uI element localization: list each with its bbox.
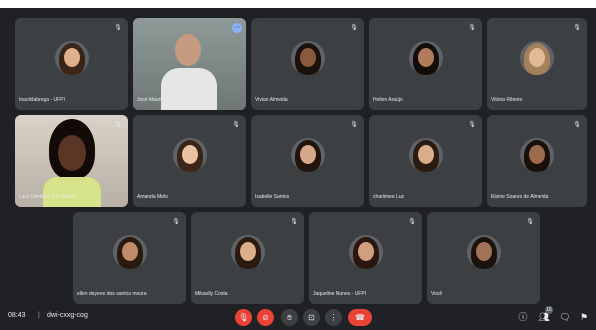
camera-off-icon[interactable]: ⊘ [257,309,274,326]
meeting-code: dwi-cxxg-cog [47,312,88,319]
hand-icon[interactable]: ✋︎ [281,309,298,326]
participant-name: Eloine Soares de Almeida [491,194,549,200]
shirt [161,68,217,110]
avatar [175,34,201,66]
participant-name: Você [431,291,443,297]
mic-off-icon: 🎙︎ [172,219,180,225]
avatar [58,135,86,171]
info-icon[interactable]: ⓘ [517,311,529,323]
participant-name: charlimee Luz [373,194,405,200]
participant-name: Isabelle Santos [255,194,290,200]
participant-name: Lara Dandara S.A Gomes [19,194,77,200]
participant-name: Mikaelly Costa [195,291,228,297]
avatar [290,138,325,173]
participant-tile[interactable]: 🎙︎ Jaqueline Nunes - UFPI [309,212,422,304]
avatar [408,138,443,173]
chat-icon[interactable]: 🗨︎ [559,311,571,323]
mic-off-icon: 🎙︎ [114,122,122,128]
avatar [112,235,147,270]
participant-tile[interactable]: ⋯ José Mauricio Arco Saraiva [133,18,246,110]
participant-name: Inacildabrega - UFPI [19,97,65,103]
avatar [408,41,443,76]
participant-name: Hellen Araújo [373,97,403,103]
clock: 08:43 [8,312,26,319]
avatar [290,41,325,76]
avatar [172,138,207,173]
mic-off-icon: 🎙︎ [290,219,298,225]
participant-name: Vivian Almeida [255,97,288,103]
present-icon[interactable]: ⊡ [303,309,320,326]
participant-tile[interactable]: 🎙︎ Vivian Almeida [251,18,364,110]
participant-tile[interactable]: 🎙︎ Mikaelly Costa [191,212,304,304]
mic-off-icon: 🎙︎ [573,122,581,128]
participant-tile[interactable]: 🎙︎ Isabelle Santos [251,115,364,207]
participant-tile[interactable]: 🎙︎ Lara Dandara S.A Gomes [15,115,128,207]
mic-off-icon: 🎙︎ [408,219,416,225]
mic-off-icon: 🎙︎ [468,25,476,31]
avatar [230,235,265,270]
avatar [54,41,89,76]
mic-off-icon: 🎙︎ [468,122,476,128]
participant-tile[interactable]: 🎙︎ Hellen Araújo [369,18,482,110]
mic-off-icon: 🎙︎ [350,122,358,128]
participant-name: Vitória Ribeiro [491,97,523,103]
mic-off-icon: 🎙︎ [350,25,358,31]
avatar [520,41,554,76]
activities-icon[interactable]: ⚑ [578,311,590,323]
top-band [0,0,596,8]
participant-name: José Mauricio Arco Saraiva [137,97,198,103]
mic-off-icon[interactable]: 🎙︎ [235,309,252,326]
participant-tile[interactable]: 🎙︎ Amanda Melo [133,115,246,207]
phone-hangup-icon[interactable]: ☎︎ [348,309,372,326]
more-icon[interactable]: ⋮ [325,309,342,326]
mic-off-icon: 🎙︎ [114,25,122,31]
bottom-bar: 08:43 | dwi-cxxg-cog 🎙︎ ⊘ ✋︎ ⊡ ⋮ ☎︎ ⓘ 👥︎… [0,304,596,330]
participant-name: Amanda Melo [137,194,168,200]
mic-off-icon: 🎙︎ [526,219,534,225]
participant-tile[interactable]: 🎙︎ Inacildabrega - UFPI [15,18,128,110]
separator: | [38,312,40,319]
participant-name: Jaqueline Nunes - UFPI [313,291,367,297]
participant-tile[interactable]: 🎙︎ ellen deyene dos santos moura [73,212,186,304]
avatar [466,235,501,270]
shirt [43,177,101,207]
participant-tile[interactable]: 🎙︎ Você [427,212,540,304]
participant-name: ellen deyene dos santos moura [77,291,147,297]
participant-tile[interactable]: 🎙︎ Eloine Soares de Almeida [487,115,587,207]
participant-tile[interactable]: 🎙︎ Vitória Ribeiro [487,18,587,110]
people-icon[interactable]: 👥︎ 16 [538,306,553,323]
participant-tile[interactable]: 🎙︎ charlimee Luz [369,115,482,207]
mic-off-icon: 🎙︎ [232,122,240,128]
more-options-icon[interactable]: ⋯ [232,23,242,33]
avatar [520,138,554,173]
mic-off-icon: 🎙︎ [573,25,581,31]
avatar [348,235,383,270]
people-count-badge: 16 [545,306,553,314]
